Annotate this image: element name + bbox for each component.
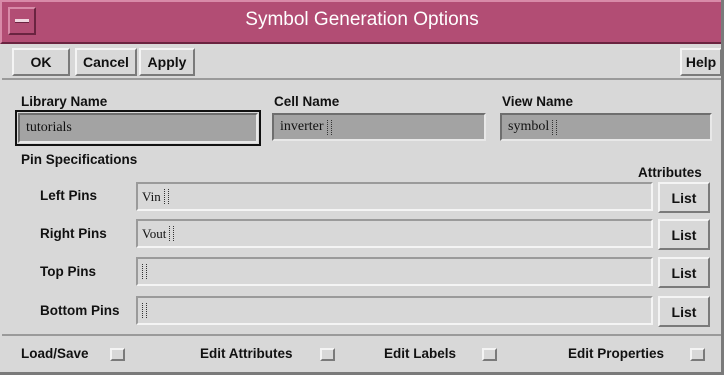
cancel-button[interactable]: Cancel: [75, 48, 137, 76]
help-button[interactable]: Help: [680, 48, 722, 76]
left-pins-field[interactable]: Vin: [136, 182, 653, 211]
edit-labels-label: Edit Labels: [384, 346, 457, 361]
edit-properties-checkbox[interactable]: [690, 348, 705, 361]
cell-name-field[interactable]: inverter: [272, 113, 486, 141]
menu-bar-icon: [15, 19, 29, 23]
cell-name-label: Cell Name: [274, 94, 340, 109]
view-name-value: symbol: [508, 119, 550, 134]
left-pins-label: Left Pins: [40, 188, 98, 203]
right-pins-value: Vout: [142, 225, 167, 241]
edit-attributes-label: Edit Attributes: [200, 346, 293, 361]
apply-button[interactable]: Apply: [139, 48, 195, 76]
left-pins-value: Vin: [142, 188, 161, 204]
text-cursor-icon: [163, 189, 169, 204]
right-pins-list-button[interactable]: List: [658, 219, 710, 250]
view-name-label: View Name: [502, 94, 574, 109]
bottom-pins-label: Bottom Pins: [40, 303, 120, 318]
top-pins-list-button[interactable]: List: [658, 257, 710, 288]
bottom-pins-list-button[interactable]: List: [658, 296, 710, 327]
top-pins-field[interactable]: [136, 257, 653, 286]
right-pins-label: Right Pins: [40, 226, 107, 241]
bottom-pins-field[interactable]: [136, 296, 653, 325]
library-name-label: Library Name: [21, 94, 108, 109]
library-name-field[interactable]: tutorials: [15, 110, 261, 146]
separator: [2, 334, 722, 336]
load-save-label: Load/Save: [21, 346, 89, 361]
text-cursor-icon: [169, 226, 175, 241]
left-pins-list-button[interactable]: List: [658, 182, 710, 213]
window-menu-button[interactable]: [8, 7, 36, 35]
right-pins-field[interactable]: Vout: [136, 219, 653, 248]
ok-button[interactable]: OK: [12, 48, 70, 76]
load-save-checkbox[interactable]: [110, 348, 125, 361]
library-name-value: tutorials: [26, 120, 72, 135]
window-title: Symbol Generation Options: [245, 9, 479, 30]
attributes-label: Attributes: [638, 165, 702, 180]
edit-attributes-checkbox[interactable]: [320, 348, 335, 361]
edit-labels-checkbox[interactable]: [482, 348, 497, 361]
edit-properties-label: Edit Properties: [568, 346, 665, 361]
pin-specifications-label: Pin Specifications: [21, 152, 138, 167]
view-name-field[interactable]: symbol: [500, 113, 712, 141]
top-pins-label: Top Pins: [40, 264, 96, 279]
text-cursor-icon: [326, 119, 332, 135]
cell-name-value: inverter: [280, 119, 324, 134]
text-cursor-icon: [142, 303, 147, 318]
text-cursor-icon: [552, 119, 558, 135]
text-cursor-icon: [142, 264, 147, 279]
